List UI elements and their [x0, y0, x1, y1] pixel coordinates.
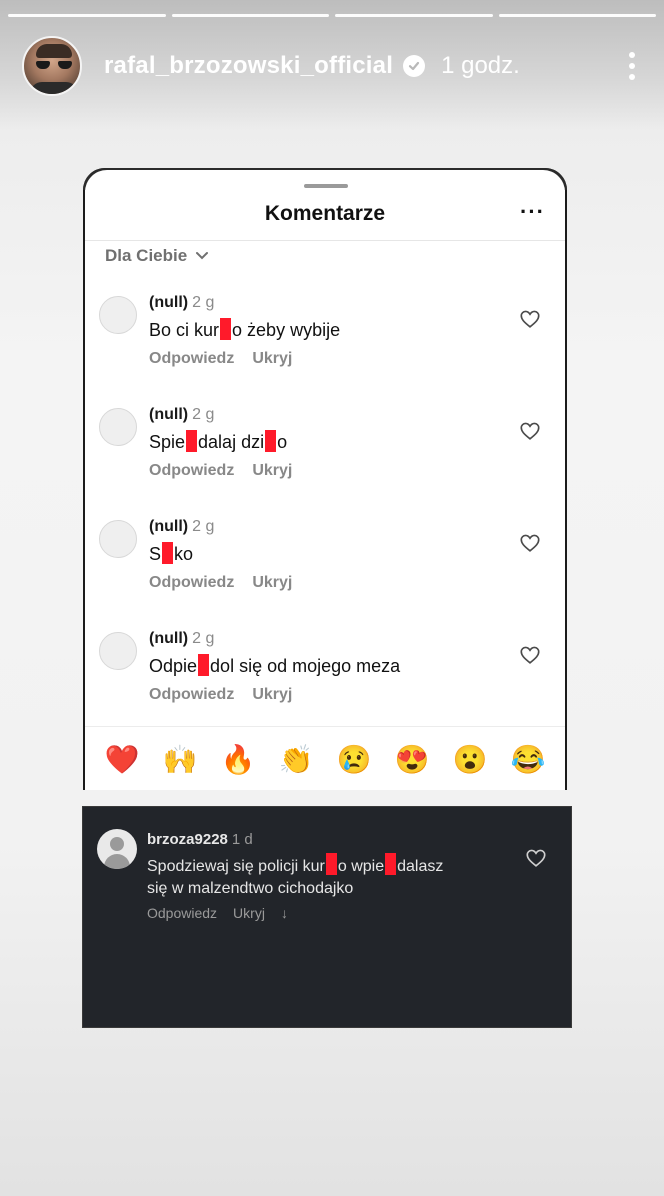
comment-filter[interactable]: Dla Ciebie [105, 246, 209, 266]
avatar[interactable] [99, 632, 137, 670]
comment-age: 1 d [231, 831, 253, 848]
reply-button[interactable]: Odpowiedz [149, 686, 234, 703]
reaction-heart-eyes-icon[interactable]: 😍 [395, 744, 430, 775]
sheet-title: Komentarze [264, 202, 386, 225]
comment-user[interactable]: brzoza9228 [147, 831, 228, 848]
comment-age: 2 g [192, 294, 215, 311]
comment-item: (null) 2 g Spie dalaj dzi o Odpowiedz Ukryj [99, 406, 549, 506]
verified-badge-icon [403, 55, 426, 77]
heart-icon[interactable] [519, 420, 541, 442]
reaction-raised-hands-icon[interactable]: 🙌 [163, 744, 198, 775]
reaction-fire-icon[interactable]: 🔥 [221, 744, 256, 775]
progress-segment [171, 14, 329, 17]
comment-text: Sko [149, 542, 194, 564]
hide-button[interactable]: Ukryj [233, 905, 265, 921]
comment-text: Spodziewaj się policji kur o wpie dalasz s… [147, 853, 443, 900]
reaction-surprised-icon[interactable]: 😮 [453, 744, 488, 775]
progress-segment [8, 14, 166, 17]
comment-item: (null) 2 g Bo ci kur o żeby wybije Odpowie… [99, 294, 549, 394]
hide-button[interactable]: Ukryj [252, 462, 292, 479]
story-header: rafal_brzozowski_official 1 godz. [22, 36, 642, 96]
username[interactable]: rafal_brzozowski_official [104, 52, 393, 80]
comment-age: 2 g [192, 630, 215, 647]
redaction-mark [162, 542, 174, 564]
redaction-mark [198, 654, 210, 676]
quick-reactions-bar: ❤️ 🙌 🔥 👏 😢 😍 😮 😂 [85, 726, 565, 790]
story-progress [8, 14, 656, 17]
progress-segment [498, 14, 656, 17]
heart-icon[interactable] [525, 847, 547, 869]
comment-text: Spie dalaj dzi o [149, 430, 288, 452]
redaction-mark [265, 430, 277, 452]
comments-screenshot: Komentarze ··· Dla Ciebie (null) 2 g Bo c… [83, 168, 567, 790]
sheet-more-icon[interactable]: ··· [520, 201, 545, 223]
filter-label: Dla Ciebie [105, 246, 188, 265]
reaction-laughing-icon[interactable]: 😂 [511, 744, 546, 775]
reaction-heart-icon[interactable]: ❤️ [105, 744, 140, 775]
default-avatar-icon[interactable] [97, 829, 137, 869]
comment-text: Bo ci kur o żeby wybije [149, 318, 341, 340]
redaction-mark [186, 430, 198, 452]
sheet-handle[interactable] [304, 184, 348, 188]
divider [85, 240, 565, 241]
reaction-clap-icon[interactable]: 👏 [279, 744, 314, 775]
hide-button[interactable]: Ukryj [252, 574, 292, 591]
chevron-down-icon [196, 252, 209, 260]
redaction-mark [220, 318, 232, 340]
dark-comment-screenshot: brzoza9228 1 d Spodziewaj się policji kur… [82, 806, 572, 1028]
comment-item: (null) 2 g Odpie dol się od mojego meza Od… [99, 630, 549, 730]
translate-arrow-icon[interactable]: ↓ [281, 905, 288, 921]
comment-item: (null) 2 g Sko Odpowiedz Ukryj [99, 518, 549, 618]
redaction-mark [385, 853, 397, 875]
comment-text: Odpie dol się od mojego meza [149, 654, 401, 676]
comment-user[interactable]: (null) [149, 518, 188, 535]
avatar[interactable] [99, 408, 137, 446]
comment-user[interactable]: (null) [149, 406, 188, 423]
heart-icon[interactable] [519, 644, 541, 666]
redaction-mark [325, 853, 337, 875]
reaction-crying-icon[interactable]: 😢 [337, 744, 372, 775]
progress-segment [335, 14, 493, 17]
comment-age: 2 g [192, 406, 215, 423]
more-options-icon[interactable] [622, 48, 642, 84]
hide-button[interactable]: Ukryj [252, 350, 292, 367]
profile-avatar[interactable] [22, 36, 82, 96]
comment-user[interactable]: (null) [149, 630, 188, 647]
avatar[interactable] [99, 296, 137, 334]
reply-button[interactable]: Odpowiedz [147, 905, 217, 921]
comment-age: 2 g [192, 518, 215, 535]
reply-button[interactable]: Odpowiedz [149, 350, 234, 367]
post-time: 1 godz. [441, 52, 520, 79]
hide-button[interactable]: Ukryj [252, 686, 292, 703]
heart-icon[interactable] [519, 532, 541, 554]
reply-button[interactable]: Odpowiedz [149, 574, 234, 591]
comment-user[interactable]: (null) [149, 294, 188, 311]
avatar[interactable] [99, 520, 137, 558]
reply-button[interactable]: Odpowiedz [149, 462, 234, 479]
heart-icon[interactable] [519, 308, 541, 330]
